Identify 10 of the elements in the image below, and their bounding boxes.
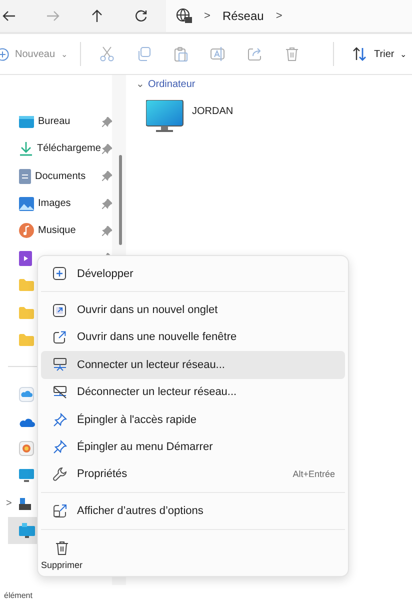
sidebar-label: Documents <box>35 170 86 182</box>
group-header: Ordinateur <box>148 79 196 90</box>
computer-name: JORDAN <box>192 106 234 117</box>
sidebar-label: Bureau <box>38 116 70 128</box>
shortcut-hint: Alt+Entrée <box>292 469 335 480</box>
status-text: élément <box>4 591 32 600</box>
breadcrumb-separator: > <box>204 10 210 22</box>
sidebar-label: Musique <box>38 225 76 236</box>
sidebar-label: Téléchargeme <box>37 143 101 154</box>
sidebar-label: Images <box>38 198 71 210</box>
